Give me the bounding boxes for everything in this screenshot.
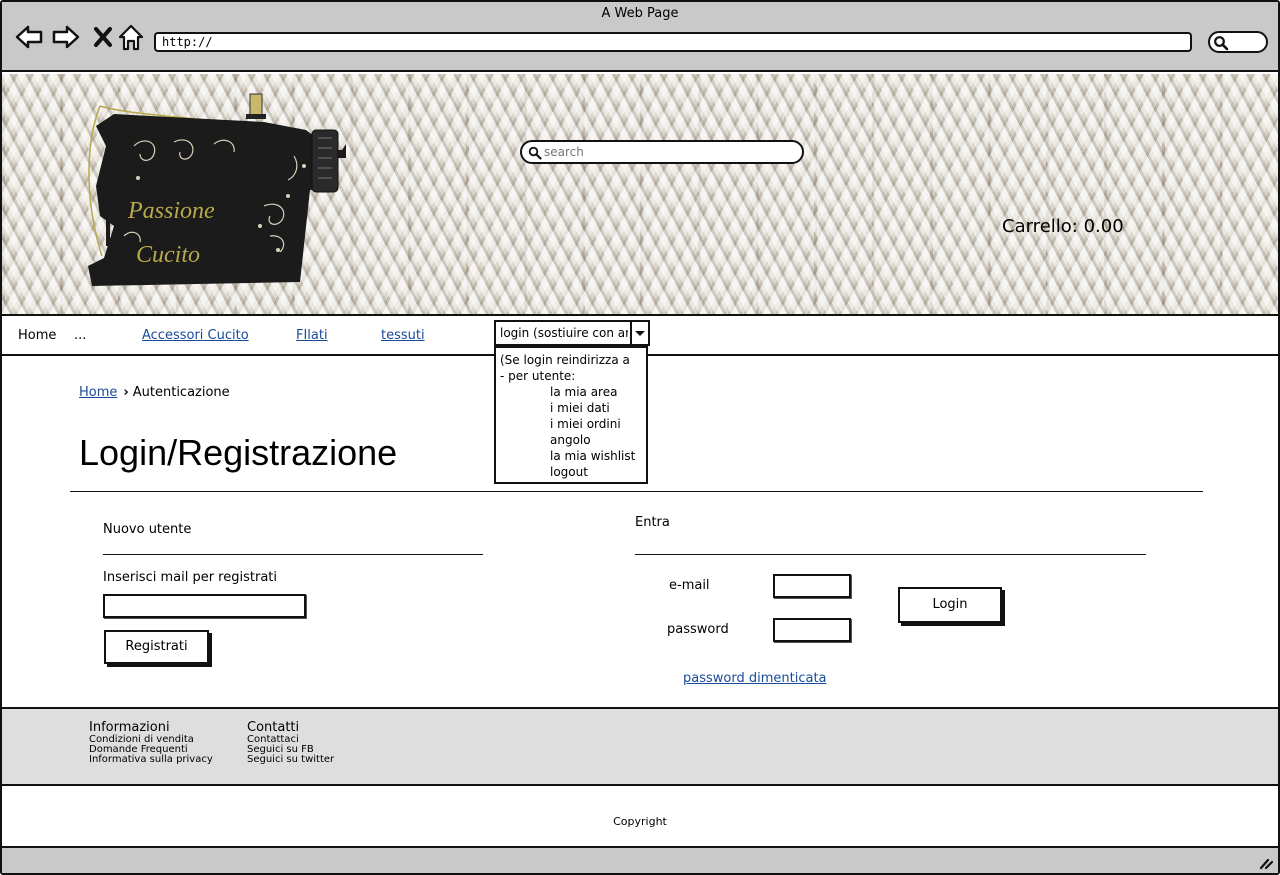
footer-col-contatti: Contatti Contattaci Seguici su FB Seguic… [247,720,334,765]
cart-total[interactable]: Carrello: 0.00 [1002,216,1124,237]
login-button[interactable]: Login [898,587,1002,623]
login-dropdown-menu: (Se login reindirizza a - per utente: la… [494,346,648,484]
search-icon [528,146,542,160]
chevron-down-icon[interactable] [630,322,648,344]
header-banner: Passione Cucito Carrello: 0.00 [2,74,1278,314]
email-label: e-mail [669,578,710,593]
register-button[interactable]: Registrati [104,630,209,664]
nav-accessori-cucito[interactable]: Accessori Cucito [142,328,249,343]
stop-icon[interactable] [88,22,118,52]
menu-item-wishlist[interactable]: la mia wishlist [500,448,642,464]
resize-grip-icon[interactable] [1258,854,1274,870]
forgot-password-link[interactable]: password dimenticata [683,671,827,686]
password-label: password [667,622,729,637]
search-input[interactable] [544,144,794,160]
nav-home[interactable]: Home [18,328,56,343]
dropdown-note: (Se login reindirizza a [500,353,630,367]
menu-item-la-mia-area[interactable]: la mia area [500,384,642,400]
login-divider [635,554,1146,555]
back-icon[interactable] [14,22,44,52]
login-dropdown-value: login (sostiuire con area [500,326,628,340]
copyright: Copyright [613,815,667,828]
register-email-field[interactable] [103,594,306,618]
site-search-field[interactable] [520,140,804,164]
register-heading: Nuovo utente [103,522,192,537]
sewing-machine-logo[interactable]: Passione Cucito [74,86,354,298]
breadcrumb-home[interactable]: Home [79,385,117,400]
browser-statusbar [2,846,1278,873]
footer-heading-informazioni: Informazioni [89,720,170,735]
menu-item-logout[interactable]: logout [500,464,642,480]
browser-toolbar: A Web Page http:// [2,2,1278,72]
register-email-label: Inserisci mail per registrati [103,570,277,585]
login-heading: Entra [635,515,670,530]
nav-tessuti[interactable]: tessuti [381,328,425,343]
login-dropdown[interactable]: login (sostiuire con area [494,320,650,346]
footer-heading-contatti: Contatti [247,720,300,735]
window-title: A Web Page [601,6,679,21]
nav-filati[interactable]: FIlati [296,328,328,343]
footer-link-twitter[interactable]: Seguici su twitter [247,755,334,765]
dropdown-note-user: - per utente: [500,369,576,383]
page-title: Login/Registrazione [79,432,398,473]
nav-more[interactable]: ... [74,328,86,343]
menu-item-angolo[interactable]: angolo [500,432,642,448]
footer-links: Informazioni Condizioni di vendita Doman… [2,707,1278,786]
search-icon [1214,36,1229,51]
logo-text-2: Cucito [136,242,200,268]
forward-icon[interactable] [51,22,81,52]
menu-item-i-miei-dati[interactable]: i miei dati [500,400,642,416]
register-divider [103,554,483,555]
logo-text-1: Passione [127,198,215,224]
chevron-right-icon: › [123,385,129,400]
footer-col-informazioni: Informazioni Condizioni di vendita Doman… [89,720,213,765]
password-field[interactable] [773,618,851,642]
browser-search-field[interactable] [1208,31,1268,53]
title-divider [70,491,1203,492]
home-icon[interactable] [116,22,146,52]
menu-item-i-miei-ordini[interactable]: i miei ordini [500,416,642,432]
url-bar[interactable]: http:// [154,32,1192,52]
footer-link-privacy[interactable]: Informativa sulla privacy [89,755,213,765]
breadcrumb-current: Autenticazione [132,385,230,400]
breadcrumb: Home › Autenticazione [79,385,230,400]
email-field[interactable] [773,574,851,598]
